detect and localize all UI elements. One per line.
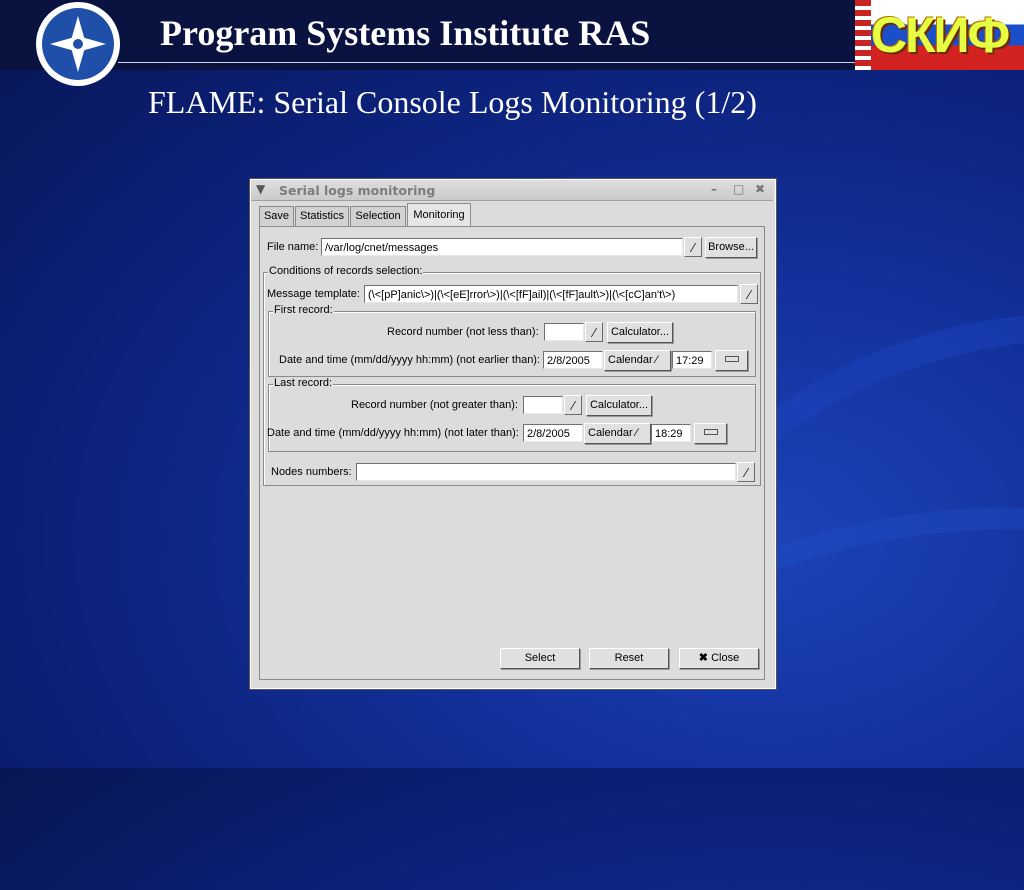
calendar-label: Calendar xyxy=(588,427,633,439)
conditions-group: Conditions of records selection: Message… xyxy=(263,265,761,486)
first-record-calendar-button[interactable]: Calendar ⁄ xyxy=(604,350,671,371)
last-record-number-input[interactable] xyxy=(523,396,563,414)
maximize-button[interactable]: □ xyxy=(733,182,744,196)
brand-text: СКИФ xyxy=(871,7,1010,63)
calendar-label: Calendar xyxy=(608,354,653,366)
file-name-input[interactable]: /var/log/cnet/messages xyxy=(321,238,683,256)
first-record-time-input[interactable]: 17:29 xyxy=(672,351,712,369)
first-record-number-dropdown-button[interactable]: ⁄ xyxy=(585,322,603,342)
institute-logo xyxy=(36,2,120,86)
last-record-time-toggle[interactable] xyxy=(694,423,727,444)
reset-button[interactable]: Reset xyxy=(589,648,669,669)
tab-statistics[interactable]: Statistics xyxy=(295,206,349,226)
conditions-group-title: Conditions of records selection: xyxy=(268,265,424,277)
first-record-number-label: Record number (not less than): xyxy=(387,326,539,338)
message-template-dropdown-button[interactable]: ⁄ xyxy=(740,284,758,304)
message-template-input[interactable]: (\<[pP]anic\>)|(\<[eE]rror\>)|(\<[fF]ail… xyxy=(364,285,738,303)
calendar-dropdown-icon: ⁄ xyxy=(635,427,638,439)
close-x-icon: ✖ xyxy=(698,652,709,664)
window-menu-chevron-icon[interactable]: ▼ xyxy=(256,182,265,196)
last-record-group: Last record: Record number (not greater … xyxy=(267,377,756,452)
first-record-group: First record: Record number (not less th… xyxy=(268,304,756,377)
first-record-title: First record: xyxy=(273,304,334,316)
serial-logs-window: ▼ Serial logs monitoring – □ ✖ Save Stat… xyxy=(250,179,776,689)
slide-subtitle: FLAME: Serial Console Logs Monitoring (1… xyxy=(148,84,757,120)
window-title: Serial logs monitoring xyxy=(279,183,436,198)
file-name-label: File name: xyxy=(267,241,319,253)
close-button[interactable]: ✖ Close xyxy=(679,648,759,669)
first-record-number-input[interactable] xyxy=(544,323,584,341)
tab-selection[interactable]: Selection xyxy=(350,206,406,226)
last-record-calculator-button[interactable]: Calculator... xyxy=(586,395,652,416)
first-record-time-toggle[interactable] xyxy=(715,350,748,371)
file-name-dropdown-button[interactable]: ⁄ xyxy=(684,237,702,257)
select-button[interactable]: Select xyxy=(500,648,580,669)
header-divider xyxy=(118,62,856,63)
monitoring-panel: File name: /var/log/cnet/messages ⁄ Brow… xyxy=(259,226,765,680)
last-record-date-label: Date and time (mm/dd/yyyy hh:mm) (not la… xyxy=(267,427,519,439)
first-record-date-input[interactable]: 2/8/2005 xyxy=(543,351,603,369)
last-record-date-input[interactable]: 2/8/2005 xyxy=(523,424,583,442)
calendar-dropdown-icon: ⁄ xyxy=(655,354,658,366)
nodes-numbers-input[interactable] xyxy=(356,463,736,481)
tab-save[interactable]: Save xyxy=(259,206,294,226)
header-title: Program Systems Institute RAS xyxy=(160,13,651,53)
window-titlebar[interactable]: ▼ Serial logs monitoring – □ ✖ xyxy=(251,180,773,201)
nodes-numbers-dropdown-button[interactable]: ⁄ xyxy=(737,462,755,482)
browse-button[interactable]: Browse... xyxy=(705,237,757,258)
flag-ornament xyxy=(855,0,871,70)
compass-star-icon xyxy=(50,16,106,72)
last-record-number-label: Record number (not greater than): xyxy=(351,399,518,411)
last-record-title: Last record: xyxy=(273,377,334,389)
toggle-indicator-icon xyxy=(703,429,718,436)
first-record-date-label: Date and time (mm/dd/yyyy hh:mm) (not ea… xyxy=(279,354,541,366)
toggle-indicator-icon xyxy=(724,356,739,363)
close-button-label: Close xyxy=(711,652,740,664)
last-record-number-dropdown-button[interactable]: ⁄ xyxy=(564,395,582,415)
last-record-calendar-button[interactable]: Calendar ⁄ xyxy=(584,423,651,444)
last-record-time-input[interactable]: 18:29 xyxy=(651,424,691,442)
minimize-button[interactable]: – xyxy=(711,182,717,196)
first-record-calculator-button[interactable]: Calculator... xyxy=(607,322,673,343)
close-window-button[interactable]: ✖ xyxy=(755,182,765,196)
tab-monitoring[interactable]: Monitoring xyxy=(407,203,471,227)
message-template-label: Message template: xyxy=(267,288,360,300)
skif-logo: СКИФ xyxy=(855,0,1024,70)
nodes-numbers-label: Nodes numbers: xyxy=(271,466,352,478)
